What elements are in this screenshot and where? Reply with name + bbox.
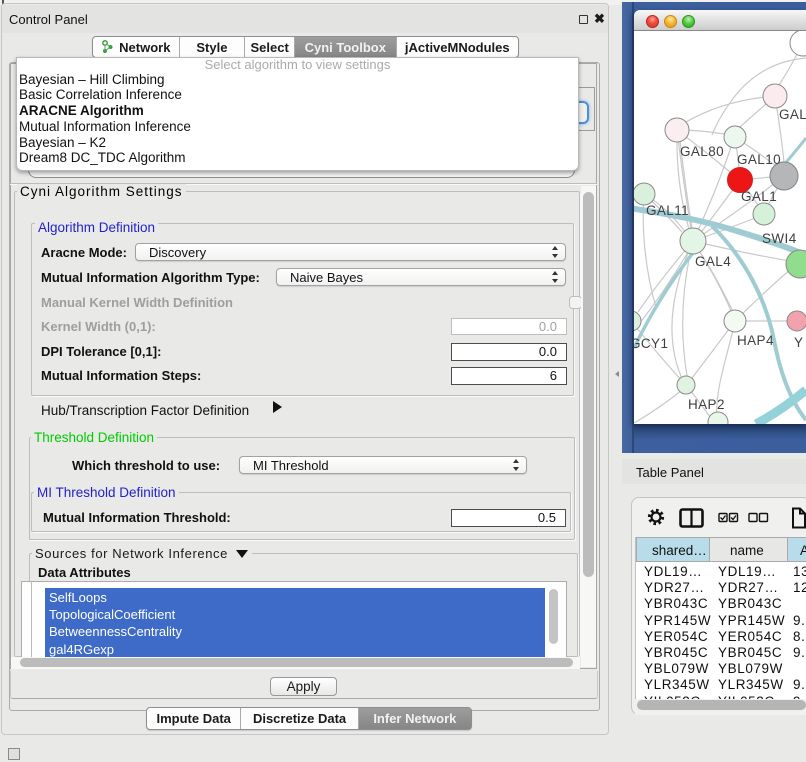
svg-text:GAL11: GAL11 (646, 203, 689, 218)
svg-text:Y: Y (794, 335, 803, 350)
svg-text:GCY1: GCY1 (634, 336, 668, 351)
svg-text:GAL4: GAL4 (695, 254, 731, 269)
svg-text:HAP2: HAP2 (688, 397, 725, 412)
svg-text:GAL8: GAL8 (779, 107, 806, 122)
svg-text:HAP4: HAP4 (737, 333, 774, 348)
svg-text:GAL80: GAL80 (680, 144, 724, 159)
svg-text:GAL1: GAL1 (741, 189, 777, 204)
svg-text:GAL10: GAL10 (737, 152, 781, 167)
svg-text:SWI4: SWI4 (762, 231, 797, 246)
